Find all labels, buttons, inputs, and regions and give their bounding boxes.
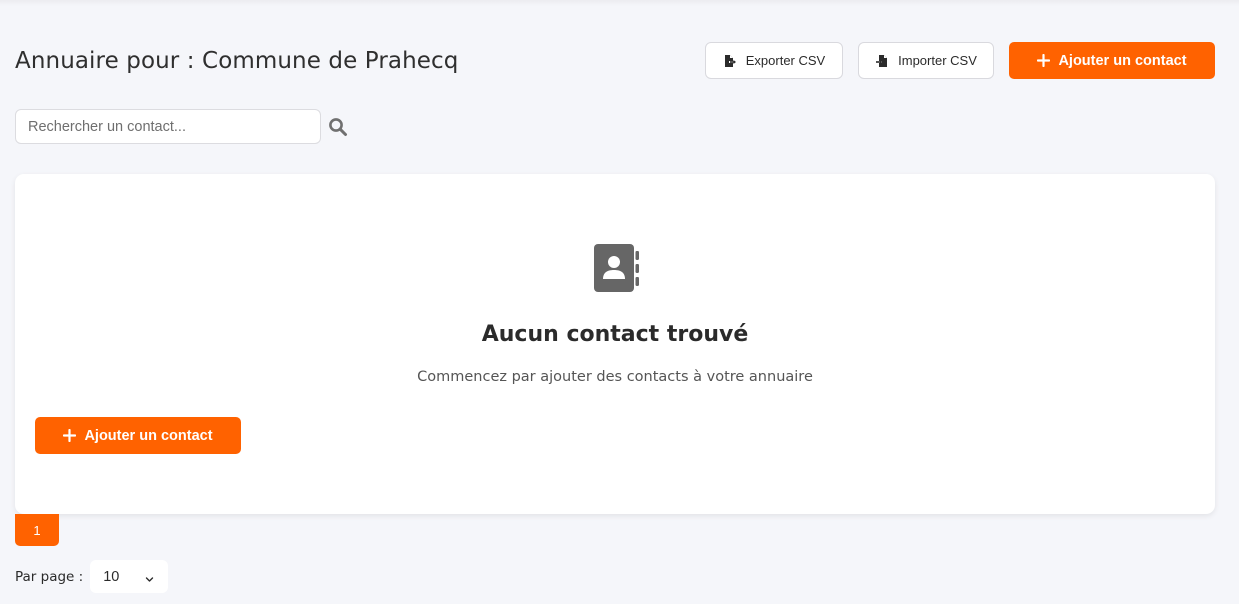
page-header: Annuaire pour : Commune de Prahecq Expor… (15, 42, 1215, 82)
file-import-icon (875, 54, 889, 68)
address-book-icon (594, 244, 640, 292)
plus-icon (1037, 54, 1051, 67)
plus-icon (63, 429, 77, 442)
per-page-label: Par page : (15, 568, 84, 585)
add-contact-empty-label: Ajouter un contact (84, 427, 213, 444)
add-contact-label: Ajouter un contact (1058, 52, 1187, 69)
pagination-page-button[interactable]: 1 (15, 514, 59, 546)
import-csv-button[interactable]: Importer CSV (858, 42, 994, 79)
top-bar-shadow (0, 0, 1239, 6)
chevron-down-icon (145, 572, 154, 582)
search-icon[interactable] (328, 117, 348, 137)
page-title: Annuaire pour : Commune de Prahecq (15, 48, 459, 74)
empty-state-subtitle: Commencez par ajouter des contacts à vot… (417, 369, 813, 385)
export-csv-label: Exporter CSV (745, 53, 826, 68)
per-page-select[interactable]: 10 (90, 560, 169, 593)
empty-state-title: Aucun contact trouvé (481, 322, 749, 347)
add-contact-empty-button[interactable]: Ajouter un contact (35, 417, 241, 454)
per-page-control: Par page : 10 (15, 560, 169, 593)
import-csv-label: Importer CSV (898, 53, 977, 68)
file-export-icon (723, 54, 737, 68)
search-input[interactable] (15, 109, 321, 144)
per-page-value: 10 (103, 568, 120, 585)
contacts-card: Aucun contact trouvé Commencez par ajout… (15, 174, 1215, 514)
export-csv-button[interactable]: Exporter CSV (705, 42, 843, 79)
add-contact-button[interactable]: Ajouter un contact (1009, 42, 1215, 79)
